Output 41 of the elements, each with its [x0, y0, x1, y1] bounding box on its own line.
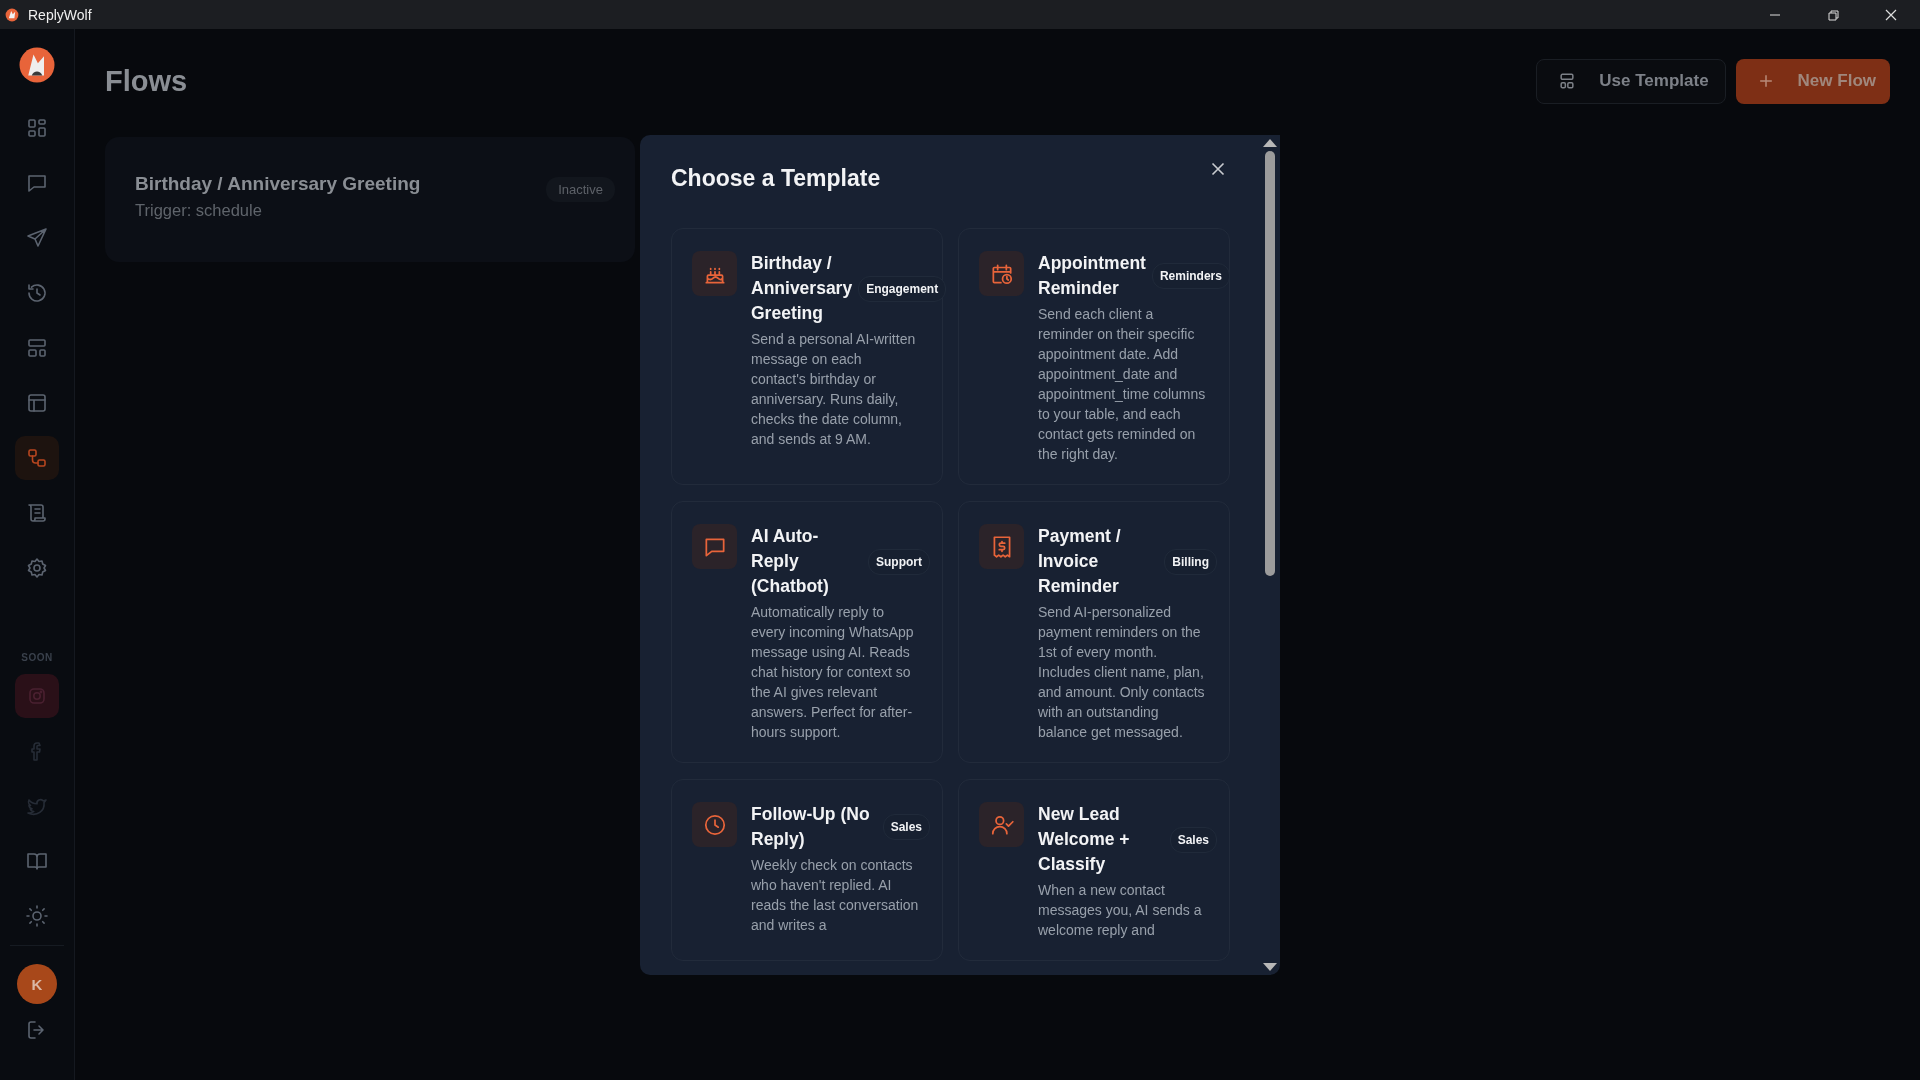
template-title: Birthday / Anniversary Greeting: [751, 252, 853, 325]
category-tag: Sales: [882, 814, 930, 840]
template-title: Follow-Up (No Reply): [751, 803, 871, 851]
template-description: Send AI-personalized payment reminders on the 1st of every month. Includes client name, plan, and amount. Only contacts with an outstanding balance get messaged.: [1038, 603, 1206, 742]
scrollbar-thumb[interactable]: [1265, 151, 1275, 576]
category-tag: Reminders: [1151, 263, 1230, 289]
template-title: New Lead Welcome + Classify: [1038, 803, 1131, 876]
template-description: Send a personal AI-written message on each contact's birthday or anniversary. Runs daily, checks the date column, and sends at 9 AM.: [751, 330, 917, 449]
section-label: SOON: [21, 652, 53, 665]
category-tag: Engagement: [858, 275, 947, 302]
category-tag: Billing: [1164, 548, 1217, 575]
wolf-logo-icon: [4, 6, 20, 23]
window-title: ReplyWolf: [28, 6, 92, 23]
status-badge: Inactive: [546, 177, 615, 202]
template-card[interactable]: Follow-Up (No Reply) Sales Weekly check on contacts who haven't replied. AI reads the last conversation and writes a: [671, 779, 943, 961]
flow-card[interactable]: Birthday / Anniversary Greeting Trigger: schedule Inactive: [105, 137, 635, 262]
template-description: Send each client a reminder on their specific appointment date. Add appointment_date and appointment_time columns to your table, and each contact gets reminded on the right day.: [1038, 305, 1207, 464]
sun-icon: [25, 903, 49, 928]
settings-icon: [25, 555, 49, 580]
template-card[interactable]: New Lead Welcome + Classify Sales When a new contact messages you, AI sends a welcome reply and: [958, 779, 1230, 961]
nav-item[interactable]: [15, 435, 59, 480]
send-icon: [25, 225, 49, 250]
modal-title: Choose a Template: [671, 165, 881, 192]
template-title: Appointment Reminder: [1038, 252, 1146, 300]
template-title: AI Auto-Reply (Chatbot): [751, 525, 830, 598]
template-description: Weekly check on contacts who haven't replied. AI reads the last conversation and writes a: [751, 856, 920, 935]
scroll-down-arrow[interactable]: [1263, 963, 1277, 971]
use-template-button[interactable]: Use Template: [1536, 58, 1726, 104]
template-title: Payment / Invoice Reminder: [1038, 525, 1122, 598]
template-card[interactable]: [958, 228, 1230, 485]
category-tag: Support: [868, 548, 930, 575]
page-title: Flows: [105, 64, 188, 98]
template-card[interactable]: Birthday / Anniversary Greeting Engagement Send a personal AI-written message on each contact's birthday or anniversary. Runs daily, checks the date column, and sends at 9 AM.: [671, 228, 943, 485]
flow-trigger: Trigger: schedule: [135, 201, 263, 220]
template-card[interactable]: AI Auto-Reply (Chatbot) Support Automatically reply to every incoming WhatsApp message using AI. Reads chat history for context so the AI gives relevant answers. Perfect for after-hours support.: [671, 501, 943, 763]
template-description: When a new contact messages you, AI sends a welcome reply and: [1038, 881, 1203, 940]
template-card[interactable]: Payment / Invoice Reminder Billing Send AI-personalized payment reminders on the 1st of every month. Includes client name, plan, and amount. Only contacts with an outstanding balance get messaged.: [958, 501, 1230, 763]
template-description: Automatically reply to every incoming WhatsApp message using AI. Reads chat history for context so the AI gives relevant answers. Perfect for after-hours support.: [751, 603, 915, 742]
scrollbar[interactable]: [1262, 139, 1278, 971]
category-tag: Sales: [1169, 826, 1217, 853]
flow-name: Birthday / Anniversary Greeting: [135, 173, 421, 195]
